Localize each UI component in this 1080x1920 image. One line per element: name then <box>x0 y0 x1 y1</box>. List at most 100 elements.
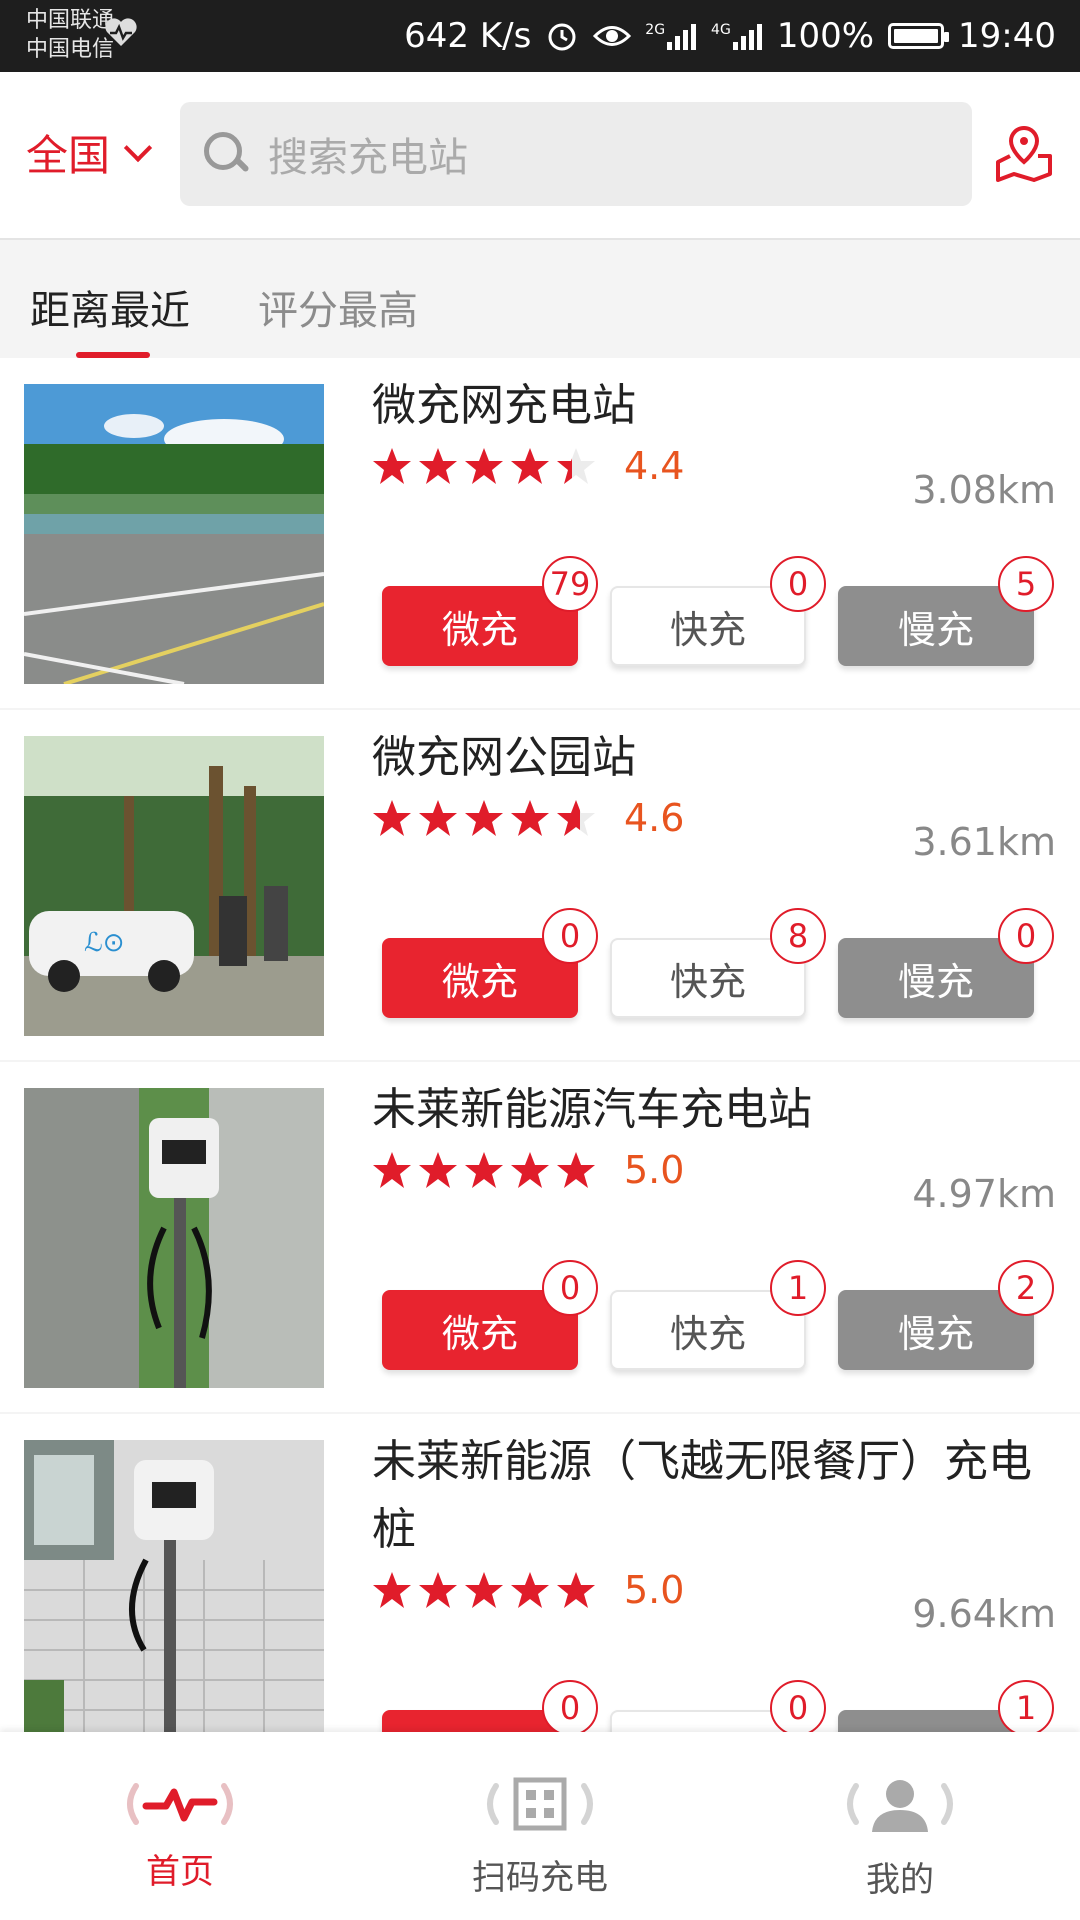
slow-charge-label: 慢充 <box>897 607 974 652</box>
star-icon <box>465 800 503 836</box>
signal-4g-icon: 4G <box>711 22 763 50</box>
star-icon <box>557 800 595 836</box>
fast-charge-label: 快充 <box>669 607 746 652</box>
star-icon <box>419 448 457 484</box>
rating-score: 5.0 <box>624 1568 685 1612</box>
star-icon <box>419 1572 457 1608</box>
fast-charge-label: 快充 <box>669 1311 746 1356</box>
network-speed: 642 K/s <box>404 16 532 56</box>
slow-charge-label: 慢充 <box>897 959 974 1004</box>
battery-percent: 100% <box>776 16 875 56</box>
nav-home-label: 首页 <box>146 1852 214 1892</box>
star-icon <box>511 448 549 484</box>
clock: 19:40 <box>958 16 1056 56</box>
sort-tabs: 距离最近 评分最高 <box>0 240 1080 358</box>
station-photo <box>24 1088 324 1388</box>
station-card[interactable]: 未莱新能源汽车充电站 5.0 4.97km 微充 0 快充 1 慢充 2 <box>0 1062 1080 1412</box>
nav-me-label: 我的 <box>866 1860 934 1900</box>
micro-count-badge: 0 <box>542 1260 598 1316</box>
nav-scan[interactable]: 扫码充电 <box>420 1732 660 1920</box>
tab-nearest[interactable]: 距离最近 <box>30 278 190 336</box>
star-icon <box>557 448 595 484</box>
tab-top-rated[interactable]: 评分最高 <box>258 278 418 336</box>
battery-icon <box>888 23 950 49</box>
micro-charge-label: 微充 <box>441 959 518 1004</box>
carrier-1: 中国联通 <box>26 8 115 33</box>
star-rating <box>372 1570 596 1610</box>
bottom-nav: 首页 扫码充电 我的 <box>0 1732 1080 1920</box>
status-bar: 中国联通 中国电信 642 K/s 2G 4G 100% 19:40 <box>0 0 1080 72</box>
carrier-info: 中国联通 中国电信 <box>26 6 114 64</box>
star-icon <box>419 1152 457 1188</box>
station-card[interactable]: ℒ⊙ 微充网公园站 4.6 3.61km 微充 0 快充 8 慢充 0 <box>0 710 1080 1060</box>
region-selector[interactable]: 全国 <box>26 122 153 183</box>
map-pin-icon[interactable] <box>992 122 1056 186</box>
micro-charge-label: 微充 <box>441 607 518 652</box>
station-photo <box>24 384 324 684</box>
station-distance: 3.61km <box>912 820 1056 864</box>
search-bar[interactable]: 搜索充电站 <box>180 102 972 206</box>
star-icon <box>373 1152 411 1188</box>
nav-me[interactable]: 我的 <box>780 1732 1020 1920</box>
star-rating <box>372 1150 596 1190</box>
heart-rate-icon <box>105 18 137 46</box>
chevron-down-icon <box>123 133 153 162</box>
fast-charge-label: 快充 <box>669 959 746 1004</box>
station-name: 未莱新能源汽车充电站 <box>372 1084 812 1135</box>
star-icon <box>373 448 411 484</box>
station-distance: 3.08km <box>912 468 1056 512</box>
star-icon <box>557 1152 595 1188</box>
slow-count-badge: 2 <box>998 1260 1054 1316</box>
station-rating: 5.0 <box>372 1568 684 1612</box>
star-icon <box>465 1572 503 1608</box>
micro-count-badge: 79 <box>542 556 598 612</box>
station-name: 微充网充电站 <box>372 380 636 431</box>
station-photo <box>24 1440 324 1740</box>
star-rating <box>372 446 596 486</box>
station-distance: 4.97km <box>912 1172 1056 1216</box>
station-name: 微充网公园站 <box>372 732 636 783</box>
search-icon <box>204 132 250 176</box>
qr-scan-icon <box>487 1777 593 1831</box>
star-icon <box>557 1572 595 1608</box>
fast-count-badge: 8 <box>770 908 826 964</box>
micro-charge-label: 微充 <box>441 1311 518 1356</box>
star-icon <box>373 800 411 836</box>
fast-count-badge: 1 <box>770 1260 826 1316</box>
star-icon <box>419 800 457 836</box>
micro-count-badge: 0 <box>542 908 598 964</box>
eye-icon <box>593 26 632 46</box>
signal-2g-icon: 2G <box>645 22 697 50</box>
header: 全国 搜索充电站 <box>0 72 1080 240</box>
svg-text:ℒ⊙: ℒ⊙ <box>84 928 125 958</box>
carrier-2: 中国电信 <box>26 37 115 62</box>
nav-home[interactable]: 首页 <box>60 1732 300 1920</box>
star-icon <box>511 1152 549 1188</box>
station-card[interactable]: 微充网充电站 4.4 3.08km 微充 79 快充 0 慢充 5 <box>0 358 1080 708</box>
slow-count-badge: 1 <box>998 1680 1054 1736</box>
station-name: 未莱新能源（飞越无限餐厅）充电桩 <box>372 1436 1032 1555</box>
rating-score: 4.6 <box>624 796 685 840</box>
heartbeat-icon <box>127 1783 233 1825</box>
search-placeholder[interactable]: 搜索充电站 <box>268 125 468 183</box>
micro-count-badge: 0 <box>542 1680 598 1736</box>
slow-count-badge: 5 <box>998 556 1054 612</box>
slow-count-badge: 0 <box>998 908 1054 964</box>
station-distance: 9.64km <box>912 1592 1056 1636</box>
fast-count-badge: 0 <box>770 556 826 612</box>
rating-score: 5.0 <box>624 1148 685 1192</box>
star-icon <box>465 448 503 484</box>
star-icon <box>465 1152 503 1188</box>
nav-scan-label: 扫码充电 <box>472 1858 608 1898</box>
station-rating: 5.0 <box>372 1148 684 1192</box>
star-icon <box>511 1572 549 1608</box>
alarm-icon <box>548 23 576 51</box>
station-card[interactable]: 未莱新能源（飞越无限餐厅）充电桩 5.0 9.64km 微充 0 快充 0 慢充… <box>0 1414 1080 1790</box>
station-rating: 4.4 <box>372 444 684 488</box>
star-icon <box>511 800 549 836</box>
fast-count-badge: 0 <box>770 1680 826 1736</box>
star-icon <box>373 1572 411 1608</box>
star-rating <box>372 798 596 838</box>
status-right: 642 K/s 2G 4G 100% 19:40 <box>404 0 1056 72</box>
slow-charge-label: 慢充 <box>897 1311 974 1356</box>
